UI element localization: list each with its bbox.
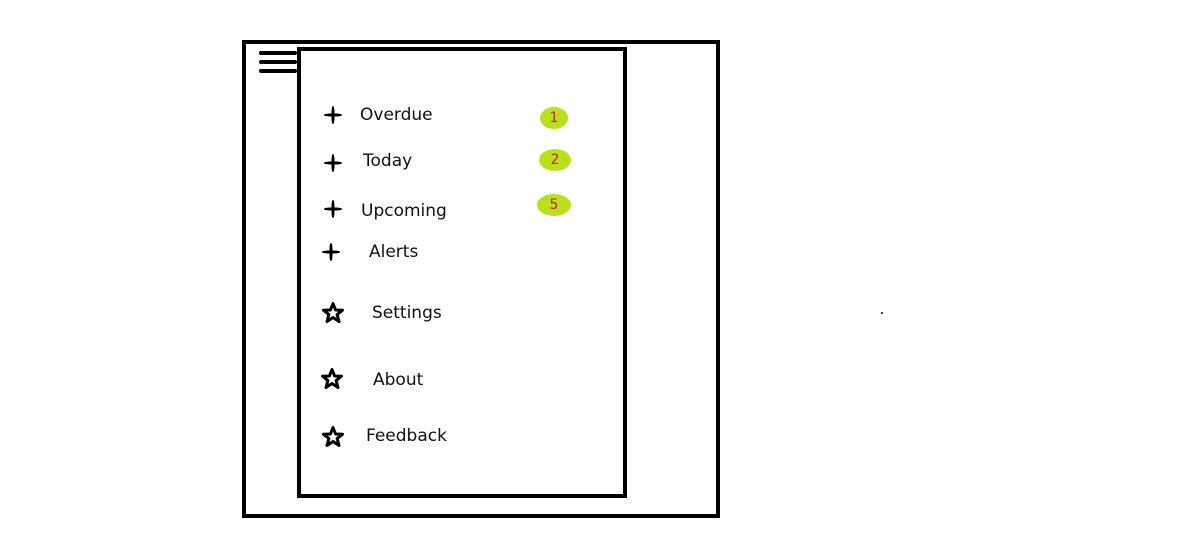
menu-item-label: About [373,370,424,390]
menu-item-label: Upcoming [361,201,447,221]
menu-item-settings[interactable]: Settings [321,301,601,329]
hamburger-menu-button[interactable] [259,51,297,75]
menu-item-feedback[interactable]: Feedback [321,425,601,453]
plus-icon [319,240,343,264]
plus-icon [321,151,345,175]
plus-icon [321,197,345,221]
star-icon [320,367,344,391]
star-icon [321,301,345,325]
upcoming-count-badge: 5 [537,194,571,216]
menu-item-label: Overdue [360,105,433,125]
hamburger-line [259,51,297,55]
menu-item-label: Settings [372,303,442,323]
menu-item-upcoming[interactable]: Upcoming 5 [321,194,601,225]
stray-dot [881,312,883,314]
app-window: Overdue 1 Today 2 Upcoming 5 Alerts Sett… [0,0,1197,556]
star-icon [321,425,345,449]
overdue-count-badge: 1 [540,107,568,129]
menu-item-overdue[interactable]: Overdue 1 [321,103,601,131]
menu-item-about[interactable]: About [320,367,600,395]
menu-item-label: Feedback [366,426,447,446]
menu-item-alerts[interactable]: Alerts [321,240,601,268]
menu-item-label: Alerts [369,242,419,262]
today-count-badge: 2 [539,149,571,171]
plus-icon [321,103,345,127]
navigation-drawer: Overdue 1 Today 2 Upcoming 5 Alerts Sett… [297,47,627,498]
hamburger-line [259,69,297,73]
menu-item-today[interactable]: Today 2 [321,149,601,177]
menu-item-label: Today [363,151,413,171]
hamburger-line [259,60,297,64]
